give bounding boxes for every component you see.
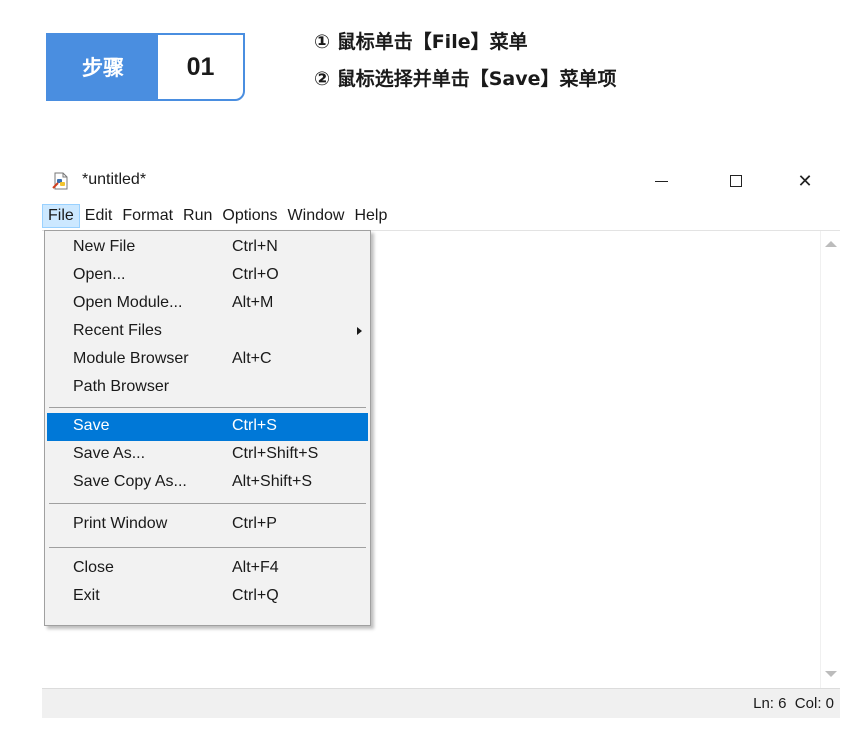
title-bar[interactable]: *untitled* ✕: [42, 160, 840, 202]
menu-item-label: Open...: [73, 266, 126, 283]
menu-item-shortcut: Ctrl+Q: [232, 587, 279, 604]
menu-item-shortcut: Alt+Shift+S: [232, 473, 313, 490]
menu-item-exit[interactable]: Exit Ctrl+Q: [47, 583, 368, 611]
menu-item-path-browser[interactable]: Path Browser: [47, 374, 368, 402]
menu-separator: [49, 503, 366, 504]
menu-item-save[interactable]: Save Ctrl+S: [47, 413, 368, 441]
menu-item-label: Open Module...: [73, 294, 183, 311]
menu-item-label: Save As...: [73, 445, 146, 462]
instructions: ① 鼠标单击【File】菜单 ② 鼠标选择并单击【Save】菜单项: [314, 30, 616, 92]
menu-item-shortcut: Alt+M: [232, 294, 274, 311]
maximize-icon: [730, 175, 742, 187]
step-number: 01: [186, 52, 215, 81]
status-bar: Ln: 6 Col: 0: [42, 688, 840, 718]
maximize-button[interactable]: [713, 164, 759, 198]
menu-item-shortcut: Ctrl+Shift+S: [232, 445, 319, 462]
instruction-2: ② 鼠标选择并单击【Save】菜单项: [314, 68, 617, 90]
scroll-down-icon[interactable]: [825, 671, 837, 677]
step-label: 步骤: [48, 35, 158, 99]
menu-file[interactable]: File: [42, 204, 80, 228]
menu-item-label: Recent Files: [73, 322, 162, 339]
menu-run[interactable]: Run: [178, 204, 217, 228]
menu-item-shortcut: Ctrl+N: [232, 238, 278, 255]
menu-help[interactable]: Help: [349, 204, 392, 228]
menu-item-label: Module Browser: [73, 350, 189, 367]
editor-window: *untitled* ✕ File Edit Format Run Option…: [42, 160, 840, 718]
menu-item-label: Save: [73, 417, 110, 434]
menu-item-shortcut: Ctrl+O: [232, 266, 279, 283]
cursor-position: Ln: 6 Col: 0: [753, 695, 834, 712]
menu-item-save-copy-as[interactable]: Save Copy As... Alt+Shift+S: [47, 469, 368, 497]
menu-item-save-as[interactable]: Save As... Ctrl+Shift+S: [47, 441, 368, 469]
menu-item-label: Path Browser: [73, 378, 170, 395]
instruction-1: ① 鼠标单击【File】菜单: [314, 31, 528, 53]
vertical-scrollbar[interactable]: [820, 231, 840, 689]
minimize-icon: [654, 180, 668, 182]
window-title: *untitled*: [82, 171, 147, 188]
menu-bar: File Edit Format Run Options Window Help: [42, 202, 840, 230]
menu-item-label: New File: [73, 238, 136, 255]
menu-item-open-module[interactable]: Open Module... Alt+M: [47, 290, 368, 318]
menu-item-shortcut: Alt+F4: [232, 559, 279, 576]
menu-item-label: Close: [73, 559, 114, 576]
scroll-up-icon[interactable]: [825, 241, 837, 247]
menu-item-new-file[interactable]: New File Ctrl+N: [47, 234, 368, 262]
menu-item-close[interactable]: Close Alt+F4: [47, 555, 368, 583]
menu-item-shortcut: Alt+C: [232, 350, 272, 367]
menu-options[interactable]: Options: [217, 204, 282, 228]
chevron-right-icon: [357, 327, 362, 335]
menu-item-open[interactable]: Open... Ctrl+O: [47, 262, 368, 290]
close-button[interactable]: ✕: [782, 164, 828, 198]
menu-format[interactable]: Format: [117, 204, 178, 228]
close-icon: ✕: [797, 170, 813, 191]
menu-item-recent-files[interactable]: Recent Files: [47, 318, 368, 346]
menu-item-label: Print Window: [73, 515, 168, 532]
menu-separator: [49, 547, 366, 548]
minimize-button[interactable]: [638, 164, 684, 198]
menu-item-shortcut: Ctrl+S: [232, 417, 277, 434]
menu-window[interactable]: Window: [283, 204, 350, 228]
step-badge: 步骤 01: [46, 33, 245, 101]
menu-item-shortcut: Ctrl+P: [232, 515, 277, 532]
python-file-icon: [52, 172, 70, 190]
file-menu-dropdown: New File Ctrl+N Open... Ctrl+O Open Modu…: [44, 230, 371, 626]
menu-item-module-browser[interactable]: Module Browser Alt+C: [47, 346, 368, 374]
menu-item-print-window[interactable]: Print Window Ctrl+P: [47, 511, 368, 539]
menu-edit[interactable]: Edit: [80, 204, 118, 228]
menu-item-label: Exit: [73, 587, 100, 604]
menu-separator: [49, 407, 366, 408]
menu-item-label: Save Copy As...: [73, 473, 187, 490]
